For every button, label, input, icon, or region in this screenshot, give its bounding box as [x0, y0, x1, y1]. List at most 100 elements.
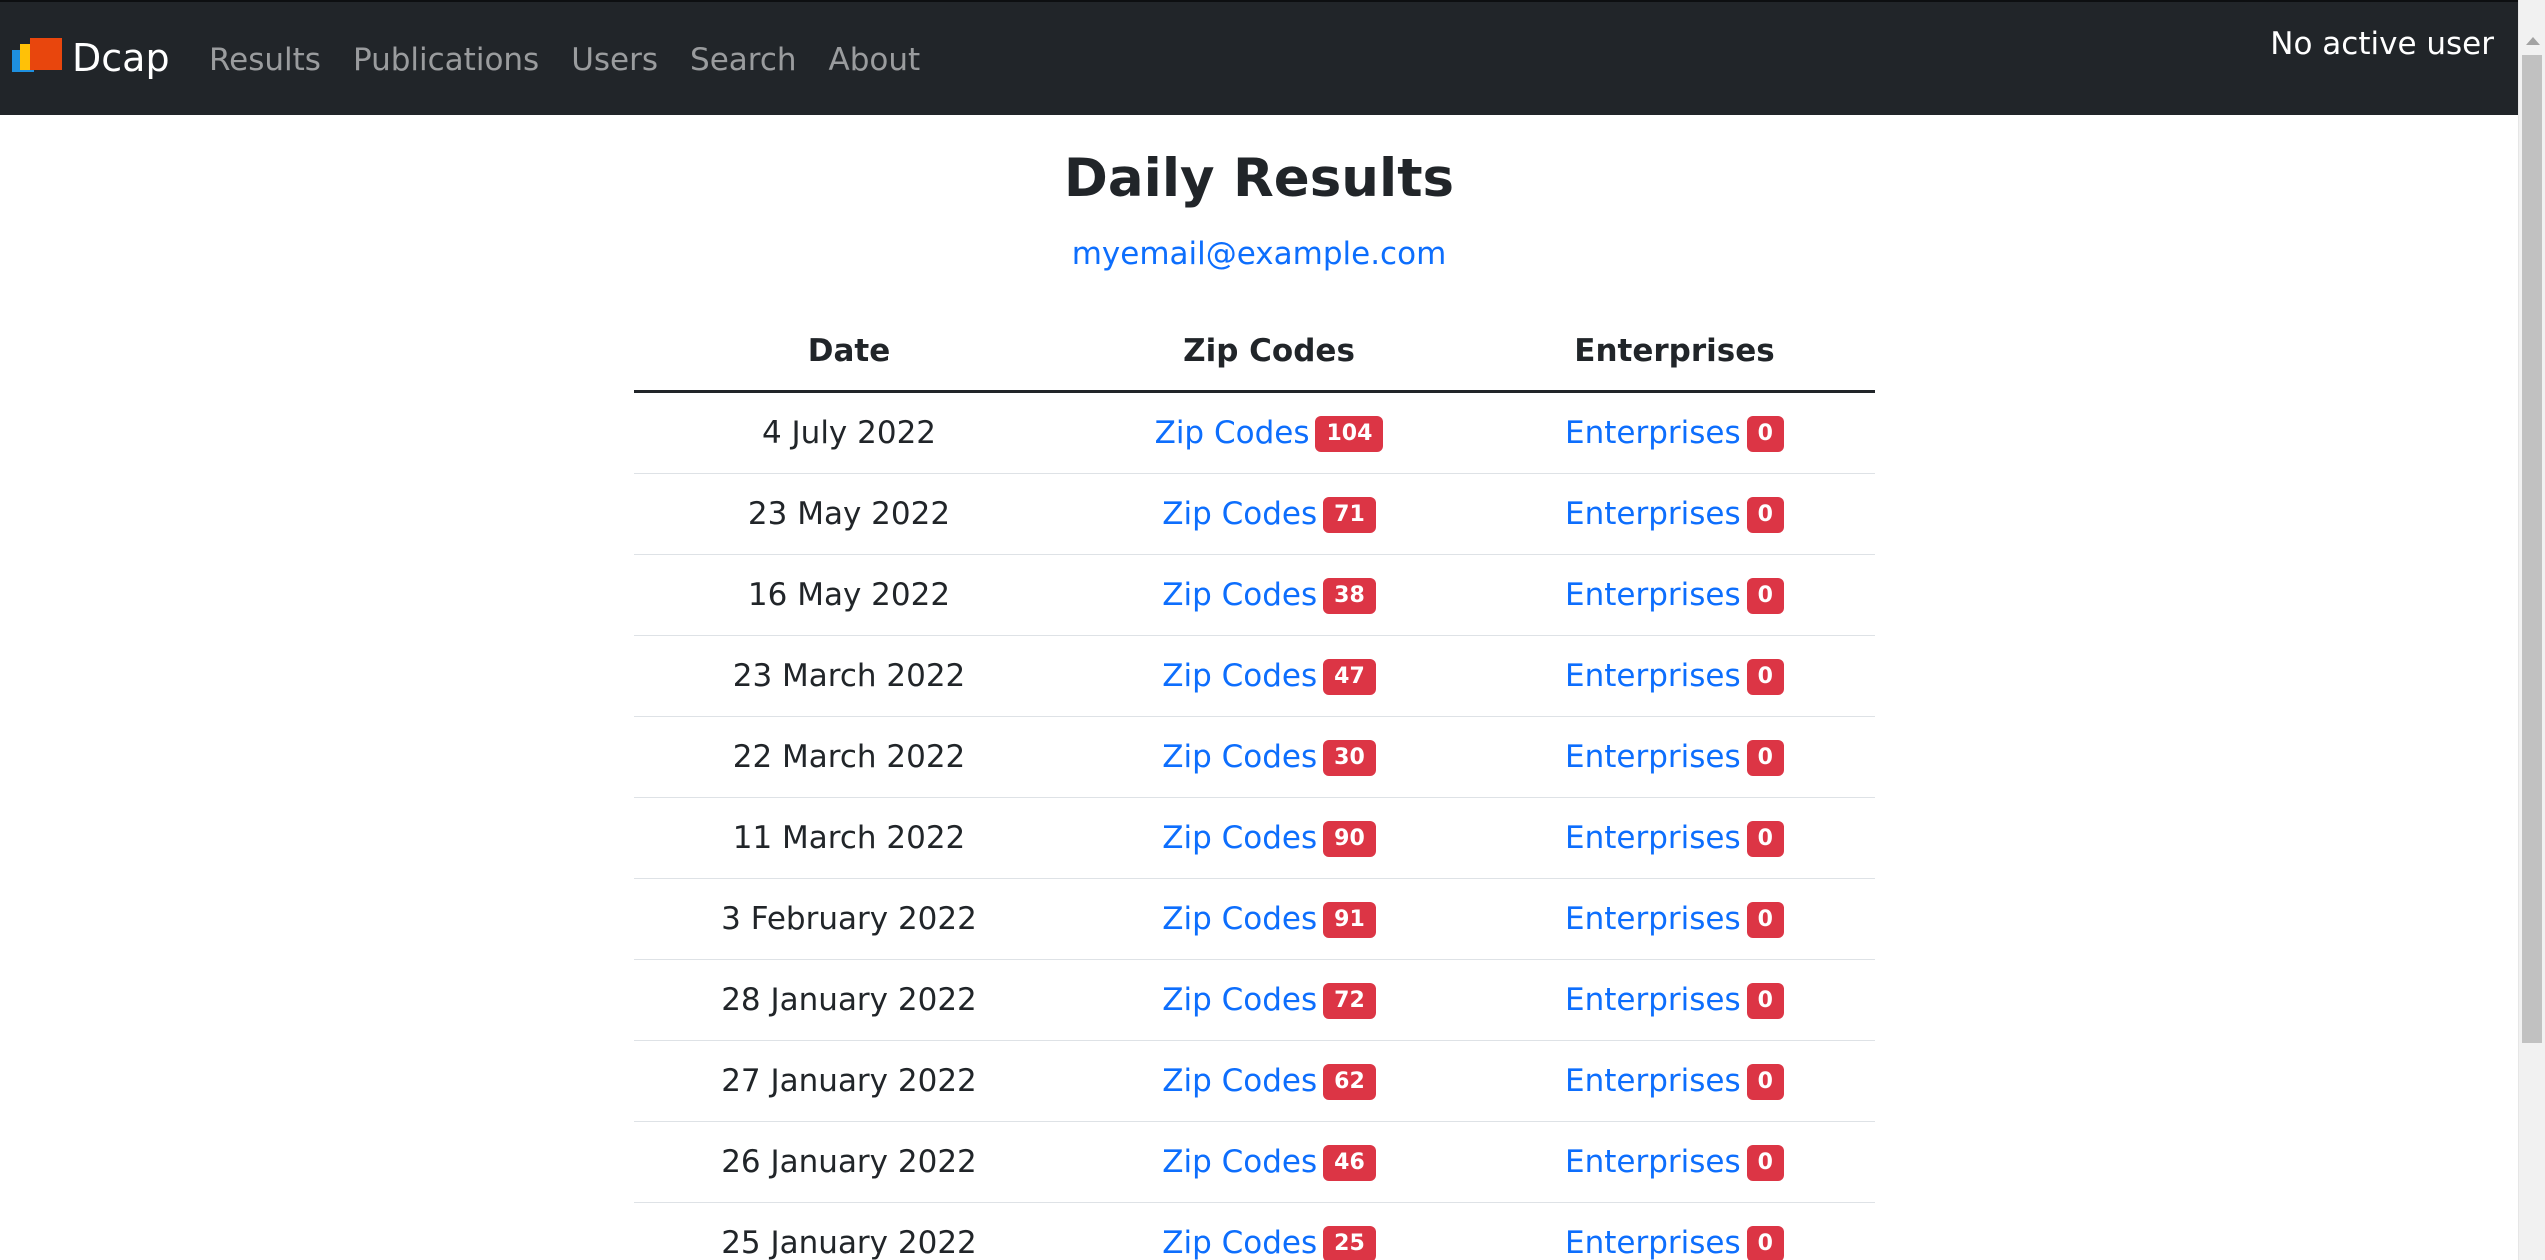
zip-codes-link[interactable]: Zip Codes — [1162, 1144, 1317, 1180]
enterprises-count-badge: 0 — [1746, 1063, 1784, 1100]
zip-codes-link[interactable]: Zip Codes — [1162, 577, 1317, 613]
column-header-zip-codes: Zip Codes — [1064, 312, 1474, 393]
date-text: 16 May 2022 — [747, 577, 951, 613]
zip-codes-count-badge: 90 — [1323, 820, 1376, 857]
enterprises-cell: Enterprises 0 — [1474, 554, 1875, 636]
zip-codes-count-badge: 72 — [1323, 982, 1376, 1019]
zip-codes-count-badge: 47 — [1323, 658, 1376, 695]
enterprises-count-badge: 0 — [1746, 1225, 1784, 1260]
nav-link-users[interactable]: Users — [571, 38, 658, 82]
zip-codes-count-badge: 46 — [1323, 1144, 1376, 1181]
enterprises-count-badge: 0 — [1746, 982, 1784, 1019]
zip-codes-link[interactable]: Zip Codes — [1162, 496, 1317, 532]
zip-codes-count-badge: 62 — [1323, 1063, 1376, 1100]
zip-codes-link[interactable]: Zip Codes — [1162, 658, 1317, 694]
enterprises-link[interactable]: Enterprises — [1565, 415, 1741, 451]
date-cell: 22 March 2022 — [634, 716, 1064, 798]
enterprises-link[interactable]: Enterprises — [1565, 1063, 1741, 1099]
zip-codes-count-badge: 71 — [1323, 496, 1376, 533]
enterprises-count-badge: 0 — [1746, 658, 1784, 695]
zip-codes-link[interactable]: Zip Codes — [1155, 415, 1310, 451]
zip-codes-link[interactable]: Zip Codes — [1162, 901, 1317, 937]
date-text: 28 January 2022 — [721, 982, 977, 1018]
enterprises-link[interactable]: Enterprises — [1565, 496, 1741, 532]
date-text: 27 January 2022 — [721, 1063, 977, 1099]
date-text: 3 February 2022 — [721, 901, 977, 937]
zip-codes-cell: Zip Codes 62 — [1064, 1040, 1474, 1122]
table-header-row: Date Zip Codes Enterprises — [634, 312, 1875, 393]
scroll-up-arrow-icon[interactable] — [2526, 37, 2540, 45]
enterprises-cell: Enterprises 0 — [1474, 959, 1875, 1041]
zip-codes-cell: Zip Codes 104 — [1064, 391, 1474, 474]
enterprises-count-badge: 0 — [1746, 820, 1784, 857]
date-cell: 25 January 2022 — [634, 1202, 1064, 1260]
date-text: 25 January 2022 — [721, 1225, 977, 1260]
table-row: 4 July 2022 Zip Codes 104 Enterprises 0 — [634, 391, 1875, 474]
zip-codes-link[interactable]: Zip Codes — [1162, 982, 1317, 1018]
zip-codes-link[interactable]: Zip Codes — [1162, 1225, 1317, 1260]
nav-link-about[interactable]: About — [829, 38, 921, 82]
date-text: 4 July 2022 — [761, 415, 937, 451]
zip-codes-count-badge: 104 — [1315, 415, 1384, 452]
date-cell: 28 January 2022 — [634, 959, 1064, 1041]
enterprises-link[interactable]: Enterprises — [1565, 739, 1741, 775]
zip-codes-cell: Zip Codes 38 — [1064, 554, 1474, 636]
results-table: Date Zip Codes Enterprises 4 July 2022 Zi… — [634, 312, 1875, 1260]
enterprises-link[interactable]: Enterprises — [1565, 901, 1741, 937]
column-header-enterprises: Enterprises — [1474, 312, 1875, 393]
date-cell: 3 February 2022 — [634, 878, 1064, 960]
date-cell: 23 May 2022 — [634, 473, 1064, 555]
enterprises-count-badge: 0 — [1746, 1144, 1784, 1181]
zip-codes-link[interactable]: Zip Codes — [1162, 820, 1317, 856]
zip-codes-link[interactable]: Zip Codes — [1162, 1063, 1317, 1099]
email-link[interactable]: myemail@example.com — [0, 232, 2518, 276]
column-header-date: Date — [634, 312, 1064, 393]
date-cell: 27 January 2022 — [634, 1040, 1064, 1122]
date-cell: 16 May 2022 — [634, 554, 1064, 636]
table-row: 26 January 2022 Zip Codes 46 Enterprises 0 — [634, 1121, 1875, 1203]
scrollbar-thumb[interactable] — [2522, 55, 2542, 1043]
nav-links: Results Publications Users Search About — [209, 38, 952, 82]
date-text: 22 March 2022 — [732, 739, 966, 775]
nav-link-publications[interactable]: Publications — [353, 38, 539, 82]
table-row: 22 March 2022 Zip Codes 30 Enterprises 0 — [634, 716, 1875, 798]
zip-codes-link[interactable]: Zip Codes — [1162, 739, 1317, 775]
table-row: 16 May 2022 Zip Codes 38 Enterprises 0 — [634, 554, 1875, 636]
navbar: Dcap Results Publications Users Search A… — [0, 0, 2518, 115]
zip-codes-cell: Zip Codes 72 — [1064, 959, 1474, 1041]
enterprises-link[interactable]: Enterprises — [1565, 1225, 1741, 1260]
enterprises-link[interactable]: Enterprises — [1565, 982, 1741, 1018]
enterprises-link[interactable]: Enterprises — [1565, 577, 1741, 613]
enterprises-count-badge: 0 — [1746, 901, 1784, 938]
date-cell: 4 July 2022 — [634, 391, 1064, 474]
user-status: No active user — [2270, 26, 2494, 62]
enterprises-count-badge: 0 — [1746, 577, 1784, 614]
dcap-logo-icon — [12, 38, 62, 78]
zip-codes-cell: Zip Codes 71 — [1064, 473, 1474, 555]
enterprises-count-badge: 0 — [1746, 739, 1784, 776]
vertical-scrollbar[interactable] — [2518, 0, 2545, 1260]
enterprises-link[interactable]: Enterprises — [1565, 820, 1741, 856]
enterprises-cell: Enterprises 0 — [1474, 797, 1875, 879]
date-cell: 23 March 2022 — [634, 635, 1064, 717]
brand-name: Dcap — [72, 36, 170, 80]
enterprises-link[interactable]: Enterprises — [1565, 658, 1741, 694]
nav-link-search[interactable]: Search — [690, 38, 797, 82]
nav-link-results[interactable]: Results — [209, 38, 321, 82]
table-row: 11 March 2022 Zip Codes 90 Enterprises 0 — [634, 797, 1875, 879]
zip-codes-cell: Zip Codes 30 — [1064, 716, 1474, 798]
zip-codes-count-badge: 25 — [1323, 1225, 1376, 1260]
date-text: 11 March 2022 — [732, 820, 966, 856]
enterprises-link[interactable]: Enterprises — [1565, 1144, 1741, 1180]
enterprises-cell: Enterprises 0 — [1474, 391, 1875, 474]
enterprises-cell: Enterprises 0 — [1474, 1202, 1875, 1260]
date-text: 26 January 2022 — [721, 1144, 977, 1180]
enterprises-cell: Enterprises 0 — [1474, 1040, 1875, 1122]
enterprises-cell: Enterprises 0 — [1474, 635, 1875, 717]
zip-codes-cell: Zip Codes 46 — [1064, 1121, 1474, 1203]
zip-codes-cell: Zip Codes 91 — [1064, 878, 1474, 960]
enterprises-count-badge: 0 — [1746, 415, 1784, 452]
enterprises-cell: Enterprises 0 — [1474, 473, 1875, 555]
zip-codes-count-badge: 30 — [1323, 739, 1376, 776]
brand-link[interactable]: Dcap — [12, 32, 170, 84]
